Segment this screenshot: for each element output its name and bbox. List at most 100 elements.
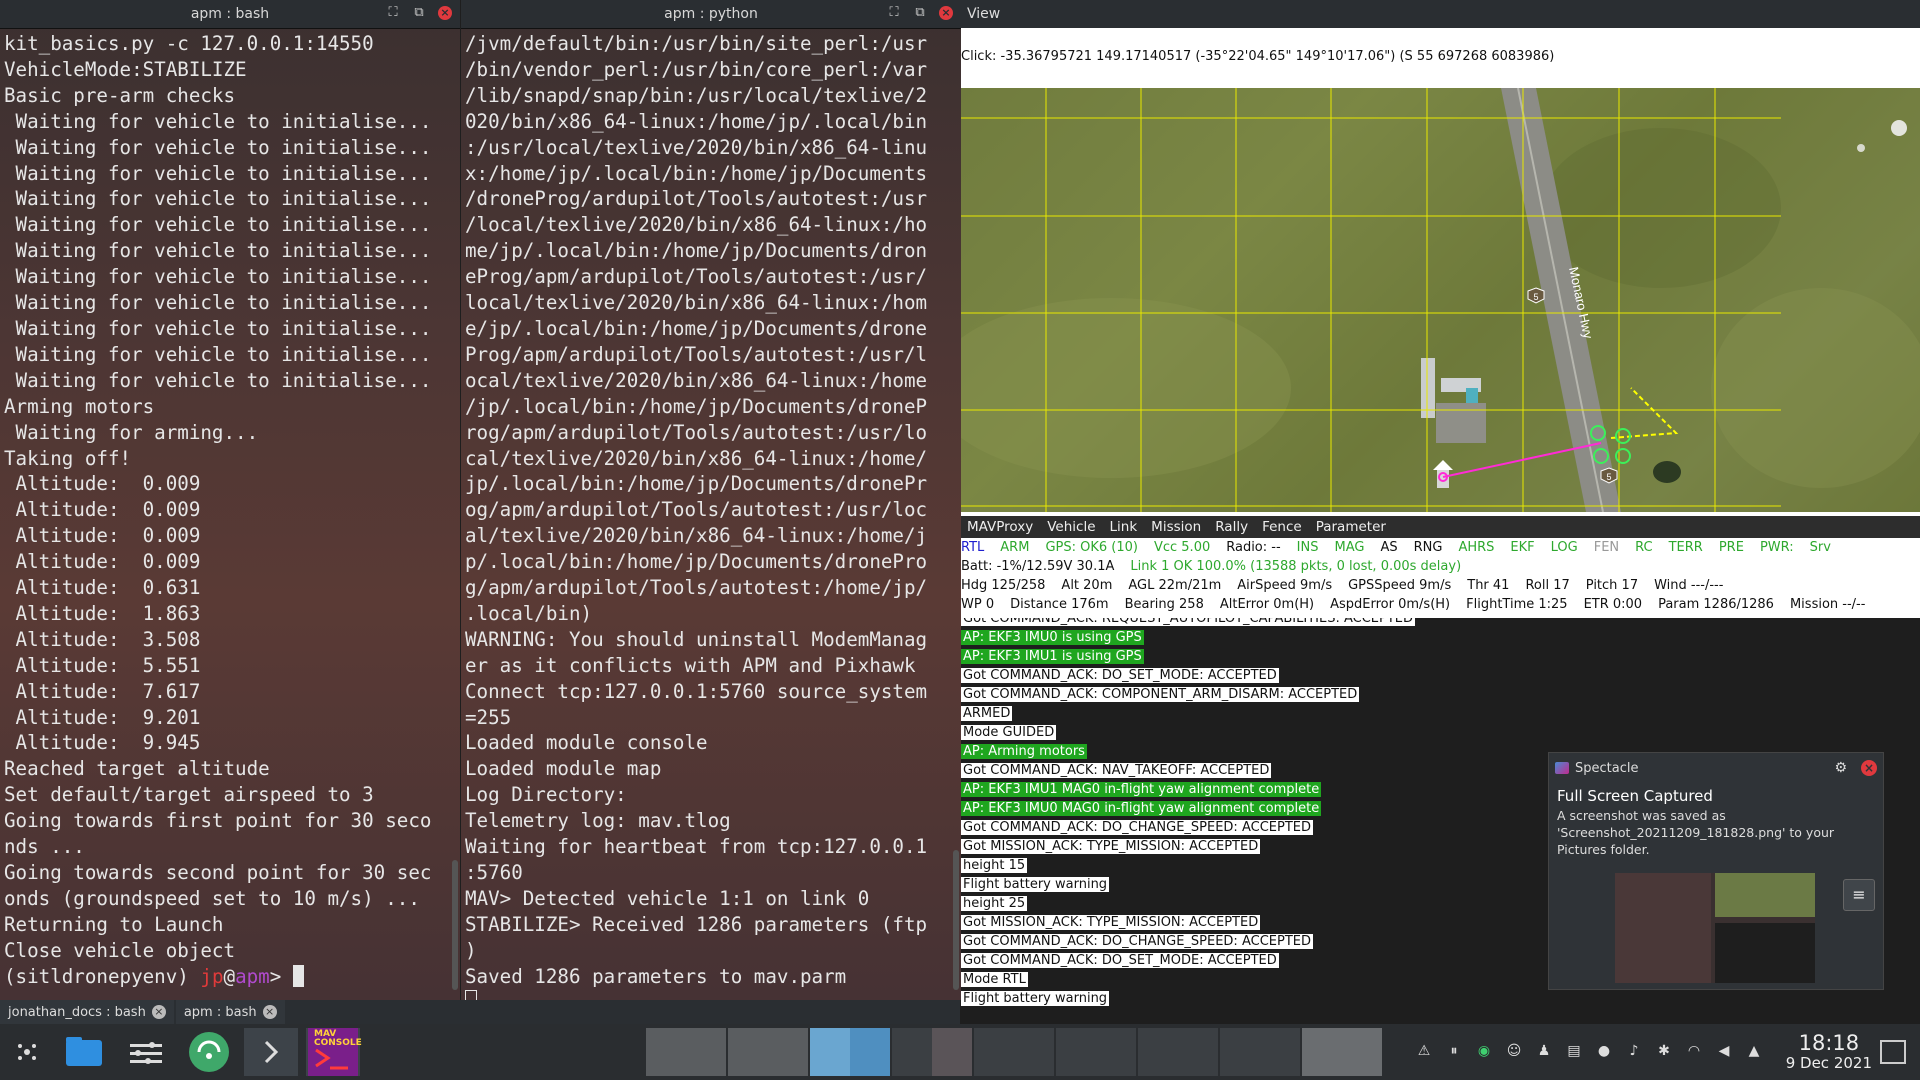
vpn-icon[interactable]: ◉ (1476, 1043, 1492, 1059)
network-app-icon[interactable] (182, 1028, 236, 1076)
notifications-icon[interactable]: ⚠ (1416, 1043, 1432, 1059)
terminal-line: Waiting for vehicle to initialise... (4, 316, 432, 340)
bulb-icon[interactable]: ● (1596, 1043, 1612, 1059)
expand-tray-icon[interactable]: ▲ (1746, 1043, 1762, 1059)
scrollbar[interactable] (452, 860, 458, 990)
task-thumbnail[interactable] (1056, 1028, 1136, 1076)
terminal-line: Saved 1286 parameters to mav.parm (465, 964, 847, 988)
media-pause-icon[interactable]: ⏸ (1446, 1043, 1462, 1059)
status-panel: RTL ARM GPS: OK6 (10) Vcc 5.00 Radio: -- INS M… (961, 538, 1920, 618)
terminal-line: er as it conflicts with APM and Pixhawk (465, 653, 916, 677)
console-message-text: Got COMMAND_ACK: DO_SET_MODE: ACCEPTED (961, 668, 1279, 683)
tab-apm-bash[interactable]: apm : bash × (175, 1000, 285, 1024)
close-icon[interactable]: × (1861, 760, 1877, 776)
menu-vehicle[interactable]: Vehicle (1047, 519, 1095, 535)
console-message: Mode GUIDED (961, 723, 1920, 742)
terminal-output[interactable]: kit_basics.py -c 127.0.0.1:14550 VehicleM… (0, 29, 460, 992)
wifi-icon[interactable]: ◠ (1686, 1043, 1702, 1059)
status-value: Alt 20m (1061, 578, 1113, 593)
task-thumbnail[interactable] (810, 1028, 890, 1076)
task-thumbnail[interactable] (932, 1028, 972, 1076)
app-launcher-icon[interactable] (12, 1028, 42, 1076)
terminal-titlebar[interactable]: apm : python ⛶ ⧉ × (461, 0, 961, 29)
shell-prompt[interactable]: (sitldronepyenv) jp@apm> (4, 964, 456, 990)
task-thumbnail[interactable] (728, 1028, 808, 1076)
console-message-text: Flight battery warning (961, 991, 1110, 1006)
terminal-output[interactable]: /jvm/default/bin:/usr/bin/site_perl:/usr… (461, 29, 961, 1000)
bluetooth-icon[interactable]: ✱ (1656, 1043, 1672, 1059)
split-view-icon[interactable]: ⛶ (887, 6, 901, 20)
terminal-line: g/apm/ardupilot/Tools/autotest:/home/jp/ (465, 576, 928, 600)
terminal-line: Waiting for vehicle to initialise... (4, 239, 432, 263)
console-message-text: AP: EKF3 IMU0 is using GPS (961, 630, 1144, 645)
terminal-window-left[interactable]: apm : bash ⛶ ⧉ × kit_basics.py -c 127.0.… (0, 0, 460, 1000)
terminal-line: Waiting for vehicle to initialise... (4, 342, 432, 366)
terminal-line: Waiting for vehicle to initialise... (4, 291, 432, 315)
terminal-line: Waiting for heartbeat from tcp:127.0.0.1 (465, 835, 928, 859)
terminal-line: :5760 (465, 861, 523, 884)
status-value: AGL 22m/21m (1128, 578, 1222, 593)
file-manager-icon[interactable] (62, 1028, 106, 1076)
terminal-line: Going towards first point for 30 seco (4, 809, 432, 833)
terminal-line: WARNING: You should uninstall ModemManag (465, 627, 928, 651)
status-flag: LOG (1550, 540, 1578, 555)
clipboard-icon[interactable]: ▤ (1566, 1043, 1582, 1059)
status-flag: FEN (1593, 540, 1620, 555)
task-thumbnail[interactable] (1302, 1028, 1382, 1076)
task-thumbnail[interactable] (1220, 1028, 1300, 1076)
terminal-window-middle[interactable]: apm : python ⛶ ⧉ × /jvm/default/bin:/usr… (461, 0, 961, 1000)
terminal-line: Going towards second point for 30 sec (4, 861, 432, 884)
terminal-app-icon[interactable] (244, 1028, 298, 1076)
menu-link[interactable]: Link (1110, 519, 1138, 535)
status-flag: Radio: -- (1226, 540, 1281, 555)
volume-icon[interactable]: ♪ (1626, 1043, 1642, 1059)
user-icon[interactable]: ♟ (1536, 1043, 1552, 1059)
console-message: Got COMMAND_ACK: REQUEST_AUTOPILOT_CAPAB… (961, 618, 1920, 628)
screenshot-thumbnail[interactable] (1615, 873, 1815, 983)
map-view[interactable]: 5 5 Monaro Hwy (961, 88, 1920, 512)
show-desktop-icon[interactable] (1880, 1040, 1906, 1064)
task-thumbnail[interactable] (646, 1028, 726, 1076)
screenshot-notification[interactable]: Spectacle ⚙ × Full Screen Captured A scr… (1548, 752, 1884, 990)
terminal-line: e/jp/.local/bin:/home/jp/Documents/drone (465, 316, 928, 340)
menu-mission[interactable]: Mission (1151, 519, 1201, 535)
terminal-input-line[interactable] (465, 989, 957, 1000)
menu-rally[interactable]: Rally (1215, 519, 1248, 535)
speaker-icon[interactable]: ◀ (1716, 1043, 1732, 1059)
terminal-line: Taking off! (4, 446, 132, 470)
close-icon[interactable]: × (438, 6, 452, 20)
system-settings-icon[interactable] (124, 1028, 168, 1076)
notification-title: Full Screen Captured (1557, 787, 1713, 805)
menu-mavproxy[interactable]: MAVProxy (967, 519, 1033, 535)
task-thumbnail[interactable] (974, 1028, 1054, 1076)
close-icon[interactable]: × (939, 6, 953, 20)
status-value: Distance 176m (1010, 597, 1109, 612)
split-view-icon[interactable]: ⛶ (386, 6, 400, 20)
clock[interactable]: 18:18 9 Dec 2021 (1786, 1032, 1872, 1072)
task-thumbnail[interactable] (1138, 1028, 1218, 1076)
new-tab-icon[interactable]: ⧉ (412, 6, 426, 20)
close-tab-icon[interactable]: × (262, 1005, 277, 1019)
status-flag: INS (1296, 540, 1319, 555)
taskbar: MAV CONSOLE ⚠ ⏸ ◉ ☺ ♟ ▤ ● ♪ ✱ ◠ ◀ ▲ 18:1… (0, 1024, 1920, 1080)
status-value: Mission --/-- (1789, 597, 1866, 612)
discord-icon[interactable]: ☺ (1506, 1043, 1522, 1059)
menu-fence[interactable]: Fence (1262, 519, 1302, 535)
menu-icon[interactable]: ≡ (1843, 879, 1875, 911)
close-tab-icon[interactable]: × (151, 1005, 166, 1019)
terminal-titlebar[interactable]: apm : bash ⛶ ⧉ × (0, 0, 460, 29)
terminal-line: Returning to Launch (4, 912, 224, 936)
terminal-line: Altitude: 7.617 (4, 679, 201, 703)
console-message-text: height 15 (961, 858, 1028, 873)
terminal-line: Reached target altitude (4, 757, 270, 781)
mav-console-icon[interactable]: MAV CONSOLE (306, 1028, 362, 1076)
prompt-user: jp (200, 964, 224, 988)
tab-jonathan-docs[interactable]: jonathan_docs : bash × (0, 1000, 174, 1024)
terminal-line: Basic pre-arm checks (4, 83, 236, 107)
menu-parameter[interactable]: Parameter (1316, 519, 1386, 535)
scrollbar[interactable] (953, 850, 959, 990)
new-tab-icon[interactable]: ⧉ (913, 6, 927, 20)
terminal-line: STABILIZE> Received 1286 parameters (ftp (465, 912, 928, 936)
terminal-line: Waiting for vehicle to initialise... (4, 187, 432, 211)
settings-icon[interactable]: ⚙ (1834, 760, 1847, 776)
